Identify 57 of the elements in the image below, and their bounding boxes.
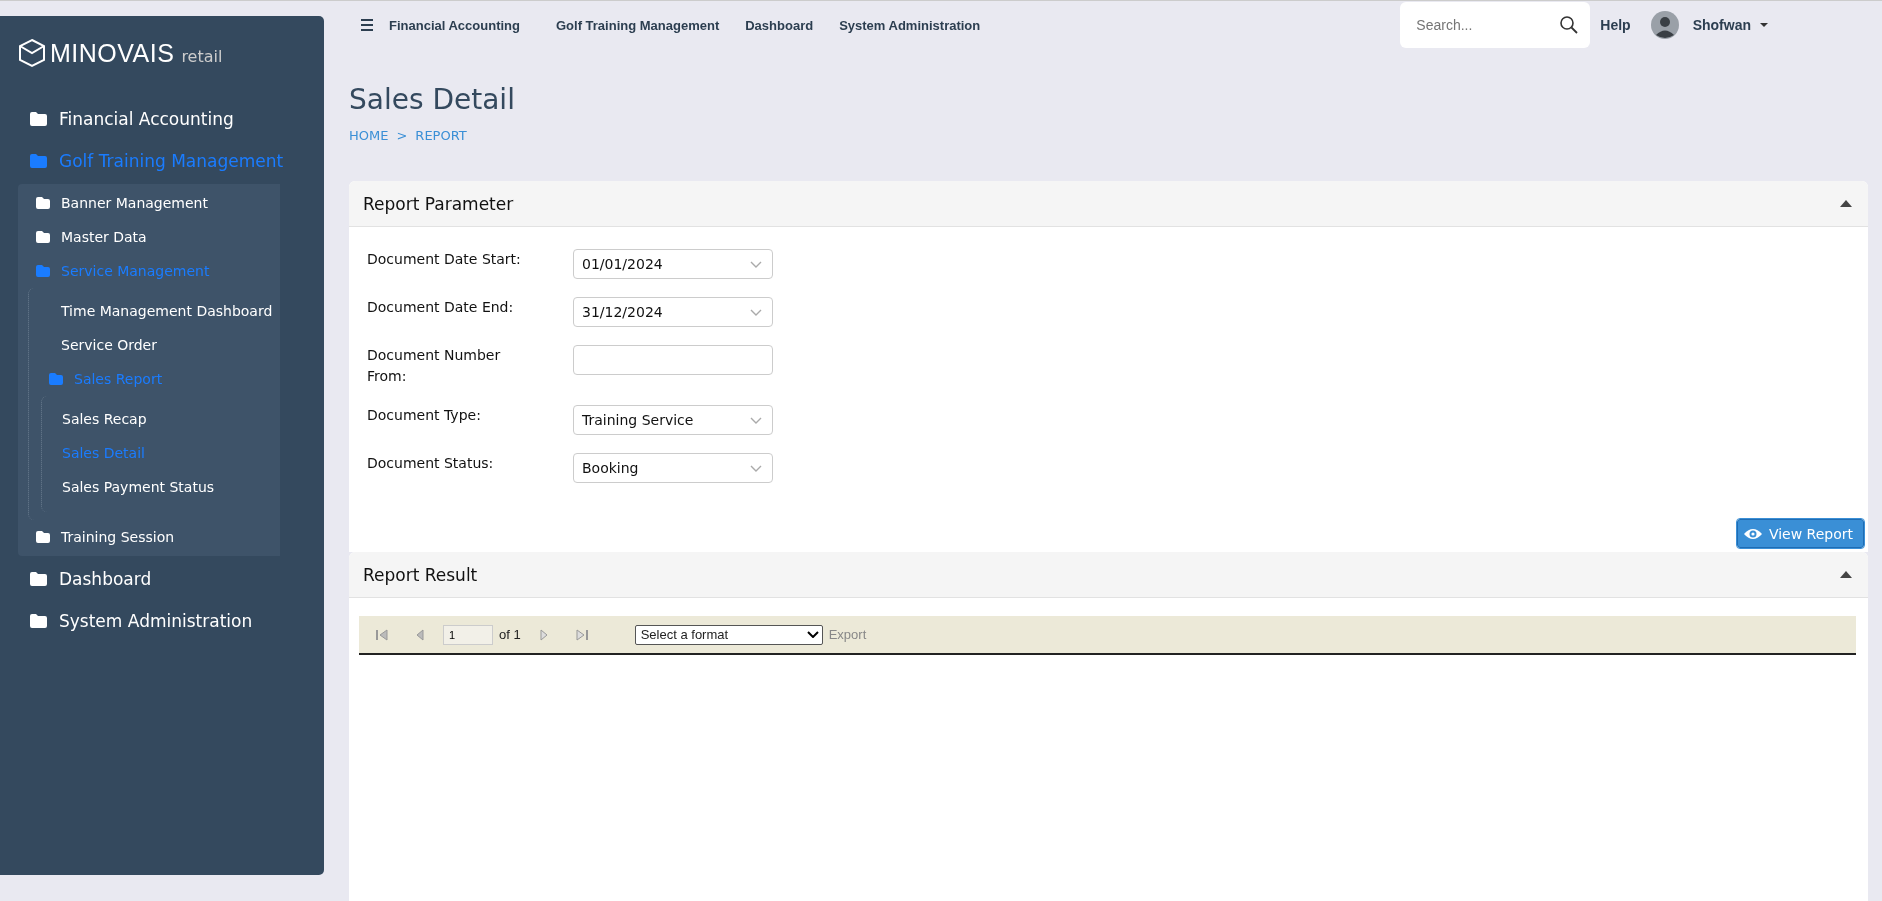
dropdown[interactable]: 31/12/2024	[573, 297, 773, 327]
dropdown[interactable]: Training Service	[573, 405, 773, 435]
breadcrumb-separator: >	[396, 128, 408, 143]
chevron-icon	[750, 464, 762, 472]
dropdown[interactable]: 01/01/2024	[573, 249, 773, 279]
folder-icon	[36, 265, 50, 277]
chevron-icon	[750, 260, 762, 268]
input-field[interactable]	[573, 345, 773, 375]
sidebar-item[interactable]: Service Order	[29, 328, 280, 362]
last-page-icon[interactable]	[574, 627, 589, 642]
dropdown[interactable]: Booking	[573, 453, 773, 483]
sidebar-item[interactable]: Sales Payment Status	[42, 470, 280, 504]
chevron-icon	[750, 416, 762, 424]
panel-header[interactable]: Report Result	[349, 552, 1868, 598]
sidebar-item[interactable]: Master Data	[18, 220, 280, 254]
logo-icon	[18, 38, 46, 68]
chevron-icon	[750, 308, 762, 316]
folder-icon	[30, 614, 47, 628]
avatar-icon	[1650, 11, 1679, 39]
menu-link[interactable]: Golf Training Management	[556, 17, 720, 33]
folder-icon	[36, 531, 50, 543]
page-title: Sales Detail	[349, 83, 516, 116]
caret-icon	[1760, 23, 1768, 27]
menu-icon	[361, 19, 373, 31]
sidebar-item[interactable]: Financial Accounting	[0, 98, 324, 140]
folder-icon	[30, 112, 47, 126]
field-label: Document Type:	[367, 406, 482, 425]
folder-icon	[36, 197, 50, 209]
folder-icon	[49, 373, 63, 385]
folder-icon	[36, 231, 50, 243]
panel-header[interactable]: Report Parameter	[349, 181, 1868, 227]
logo-text: MINOVAIS	[50, 38, 175, 68]
field-label: Document Date End:	[367, 298, 515, 317]
field-label: Document Status:	[367, 454, 495, 473]
sidebar-item[interactable]: Time Management Dashboard	[29, 294, 280, 328]
page-number-field[interactable]: 1	[443, 624, 493, 645]
first-page-icon[interactable]	[375, 627, 389, 642]
user-menu[interactable]: Shofwan	[1692, 17, 1768, 33]
page-count: of 1	[499, 627, 521, 642]
sidebar-item[interactable]: Training Session	[18, 520, 280, 554]
sidebar-item[interactable]: Sales Recap	[42, 402, 280, 436]
menu-link[interactable]: Financial Accounting	[389, 17, 520, 33]
folder-icon	[30, 154, 47, 168]
chevron-icon	[806, 631, 819, 638]
sidebar-item[interactable]: System Administration	[0, 600, 324, 642]
field-label: Document Number From:	[367, 346, 502, 386]
field-label: Document Date Start:	[367, 250, 522, 269]
help-link[interactable]: Help	[1600, 17, 1631, 33]
folder-icon	[30, 572, 47, 586]
menu-link[interactable]: Dashboard	[745, 17, 814, 33]
format-dropdown[interactable]: Select a format	[634, 624, 823, 645]
logo-suffix: retail	[181, 46, 223, 66]
sidebar-item[interactable]: Dashboard	[0, 558, 324, 600]
search-field[interactable]: Search...	[1400, 1, 1591, 48]
menu-link[interactable]: System Administration	[839, 17, 981, 33]
sidebar-item[interactable]: Banner Management	[18, 186, 280, 220]
search-icon	[1560, 15, 1579, 34]
